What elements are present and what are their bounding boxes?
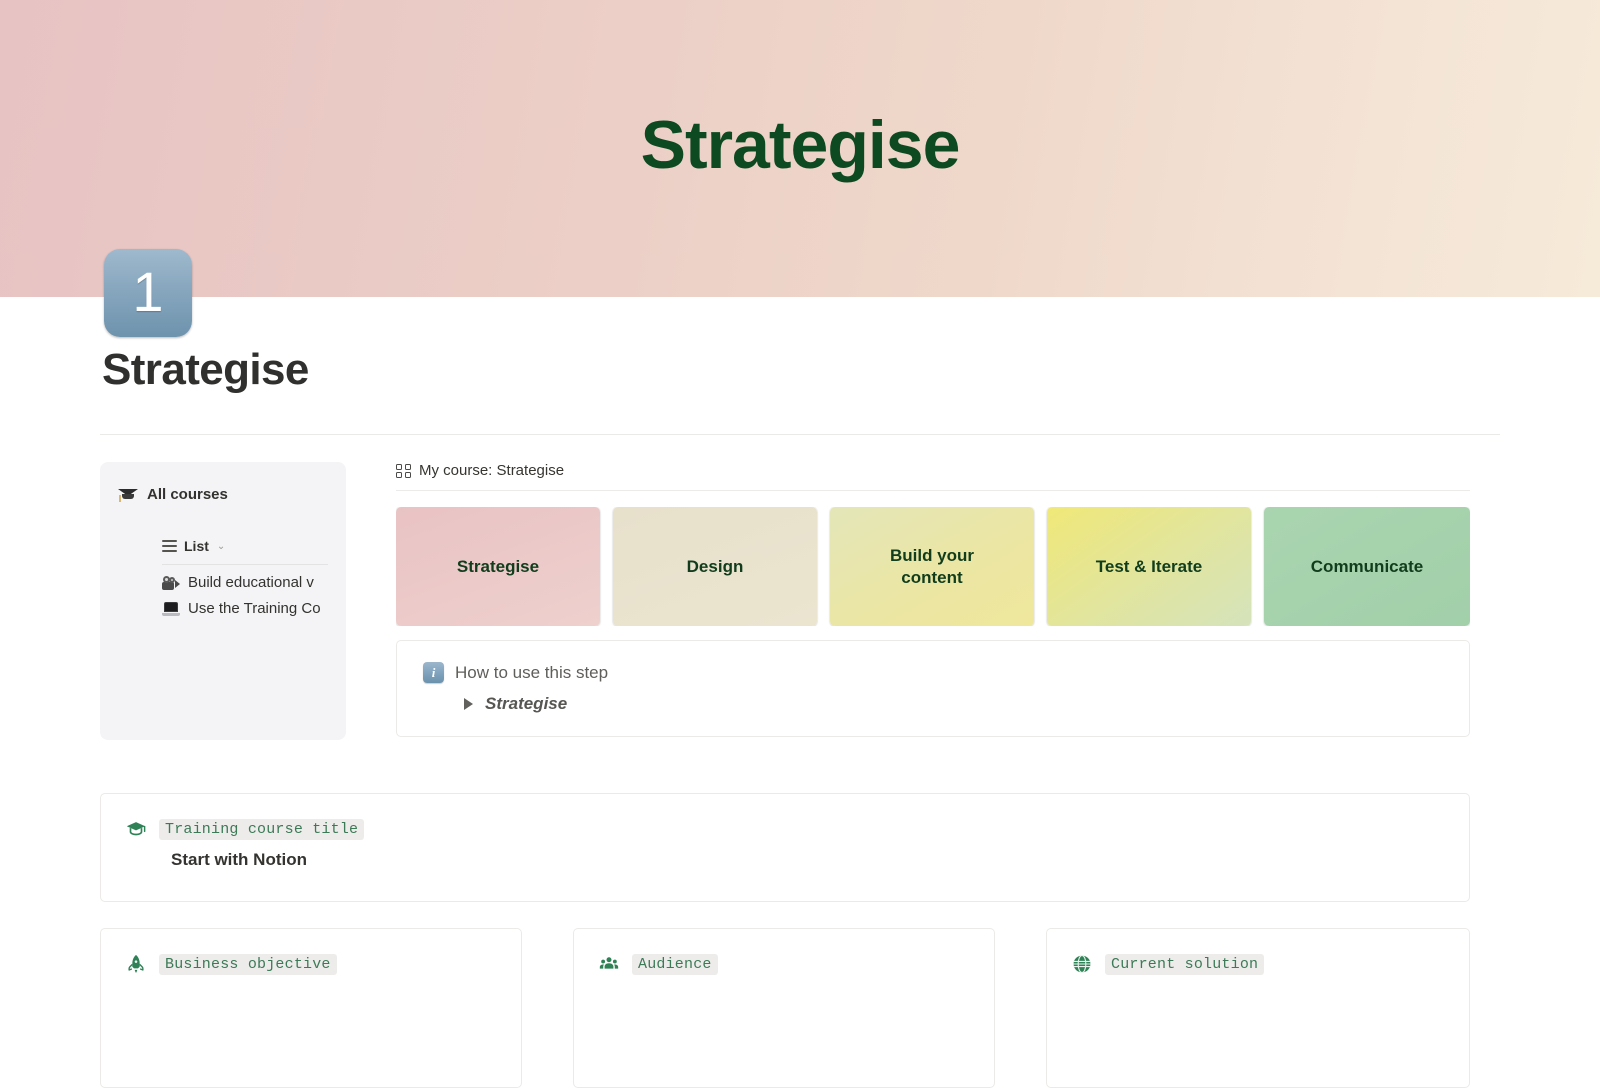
graduation-cap-emoji: [118, 484, 138, 504]
view-selector-label: List: [184, 538, 209, 554]
step-card-label: Build your content: [889, 546, 975, 587]
property-value: Start with Notion: [171, 850, 307, 869]
page-icon-digit: 1: [132, 260, 164, 323]
cover-title: Strategise: [640, 107, 961, 183]
database-header[interactable]: My course: Strategise: [396, 462, 1470, 491]
step-card-communicate[interactable]: Communicate: [1264, 507, 1470, 626]
how-to-use-title: How to use this step: [455, 662, 609, 682]
property-header: Current solution: [1071, 953, 1469, 975]
toggle-label: Strategise: [485, 694, 568, 713]
database-title: My course: Strategise: [419, 462, 565, 479]
keycap-one-emoji[interactable]: 1: [104, 249, 192, 337]
globe-icon: [1071, 953, 1093, 975]
content-column: My course: Strategise Strategise Design …: [396, 462, 1470, 737]
title-divider: [100, 434, 1500, 435]
property-header: Training course title: [125, 818, 1469, 840]
view-selector-list[interactable]: List ⌄: [100, 538, 346, 554]
property-label: Audience: [632, 953, 718, 975]
step-cards-strip[interactable]: Strategise Design Build your content Tes…: [396, 507, 1470, 626]
property-label: Training course title: [159, 818, 365, 840]
people-icon: [598, 953, 620, 975]
current-solution-card[interactable]: Current solution: [1046, 928, 1470, 1088]
step-card-strategise[interactable]: Strategise: [396, 507, 600, 626]
list-view-icon: [162, 540, 177, 552]
step-card-label: Design: [686, 556, 744, 576]
audience-card[interactable]: Audience: [573, 928, 995, 1088]
step-card-label: Communicate: [1310, 556, 1424, 576]
property-header: Business objective: [125, 953, 521, 975]
courses-sidebar: All courses List ⌄ Build educational v U…: [100, 462, 346, 740]
page-cover: Strategise: [0, 0, 1600, 297]
laptop-emoji: [162, 601, 180, 616]
rocket-icon: [125, 953, 147, 975]
toggle-strategise[interactable]: Strategise: [423, 694, 1469, 714]
how-to-use-heading: i How to use this step: [423, 662, 1469, 683]
triangle-right-icon[interactable]: [464, 698, 473, 710]
graduation-cap-icon: [125, 818, 147, 840]
step-card-label: Strategise: [456, 556, 540, 576]
information-emoji: i: [423, 662, 444, 683]
gallery-view-icon: [396, 463, 411, 478]
sidebar-header-label: All courses: [147, 485, 228, 503]
list-item-label: Use the Training Co: [188, 600, 321, 617]
business-objective-card[interactable]: Business objective: [100, 928, 522, 1088]
list-item[interactable]: Use the Training Co: [100, 591, 346, 617]
step-card-build-your-content[interactable]: Build your content: [830, 507, 1034, 626]
movie-camera-emoji: [162, 575, 180, 590]
page-title[interactable]: Strategise: [102, 345, 309, 395]
property-label: Business objective: [159, 953, 337, 975]
list-item-label: Build educational v: [188, 574, 314, 591]
sidebar-item-all-courses[interactable]: All courses: [100, 484, 346, 504]
step-card-test-and-iterate[interactable]: Test & Iterate: [1047, 507, 1251, 626]
property-label: Current solution: [1105, 953, 1265, 975]
step-card-label: Test & Iterate: [1095, 556, 1203, 576]
property-header: Audience: [598, 953, 994, 975]
how-to-use-callout: i How to use this step Strategise: [396, 640, 1470, 737]
list-item[interactable]: Build educational v: [100, 565, 346, 591]
training-course-title-card[interactable]: Training course title Start with Notion: [100, 793, 1470, 902]
step-card-design[interactable]: Design: [613, 507, 817, 626]
chevron-down-icon[interactable]: ⌄: [217, 541, 225, 552]
